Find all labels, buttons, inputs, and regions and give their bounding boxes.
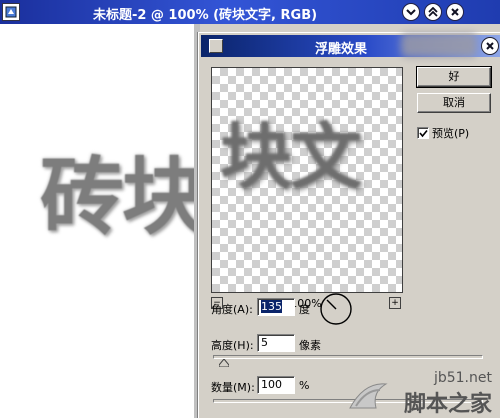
watermark-url: jb51.net bbox=[433, 370, 492, 386]
minimize-button[interactable] bbox=[402, 3, 420, 21]
height-input[interactable]: 5 bbox=[257, 334, 295, 352]
filter-preview[interactable]: 块文 bbox=[211, 67, 403, 293]
zoom-in-icon: + bbox=[391, 298, 399, 308]
ok-button[interactable]: 好 bbox=[416, 66, 492, 88]
document-title: 未标题-2 @ 100% (砖块文字, RGB) bbox=[92, 8, 318, 23]
close-button[interactable] bbox=[446, 3, 464, 21]
maximize-button[interactable] bbox=[424, 3, 442, 21]
preview-embossed-text: 块文 bbox=[220, 115, 362, 199]
preview-checkbox-label: 预览(P) bbox=[432, 127, 470, 140]
angle-input[interactable]: 135 bbox=[257, 298, 295, 316]
amount-input[interactable]: 100 bbox=[257, 376, 295, 394]
site-watermark: jb51.net 脚本之家 bbox=[346, 370, 496, 417]
angle-unit: 度 bbox=[299, 303, 310, 316]
document-canvas[interactable]: 砖块文 bbox=[0, 24, 200, 418]
document-titlebar[interactable]: 未标题-2 @ 100% (砖块文字, RGB) bbox=[0, 0, 500, 24]
close-icon bbox=[486, 42, 494, 50]
angle-value: 135 bbox=[261, 300, 282, 313]
angle-dial-icon[interactable] bbox=[319, 292, 353, 326]
minimize-icon bbox=[406, 9, 416, 16]
height-label: 高度(H): bbox=[211, 339, 254, 352]
canvas-brick-text: 砖块文 bbox=[40, 148, 200, 246]
angle-label: 角度(A): bbox=[211, 303, 253, 316]
amount-unit: % bbox=[299, 379, 310, 392]
blurred-region bbox=[401, 33, 477, 57]
height-unit: 像素 bbox=[299, 339, 321, 352]
height-slider-thumb[interactable] bbox=[219, 359, 229, 367]
height-slider[interactable] bbox=[213, 355, 483, 359]
zoom-in-button[interactable]: + bbox=[389, 297, 401, 309]
checkmark-icon bbox=[418, 129, 428, 137]
preview-checkbox[interactable] bbox=[417, 127, 429, 139]
dialog-close-button[interactable] bbox=[481, 37, 499, 55]
maximize-icon bbox=[428, 7, 438, 17]
cancel-button[interactable]: 取消 bbox=[417, 93, 491, 113]
amount-label: 数量(M): bbox=[211, 381, 255, 394]
watermark-logo-icon bbox=[349, 383, 388, 409]
watermark-name: 脚本之家 bbox=[403, 392, 492, 417]
emboss-dialog: 浮雕效果 块文 − 100% + 好 取消 预览(P) 角度(A): 135 度… bbox=[198, 32, 500, 418]
preview-checkbox-row[interactable]: 预览(P) bbox=[417, 125, 469, 141]
dialog-titlebar[interactable]: 浮雕效果 bbox=[201, 33, 500, 57]
close-icon bbox=[451, 8, 459, 16]
